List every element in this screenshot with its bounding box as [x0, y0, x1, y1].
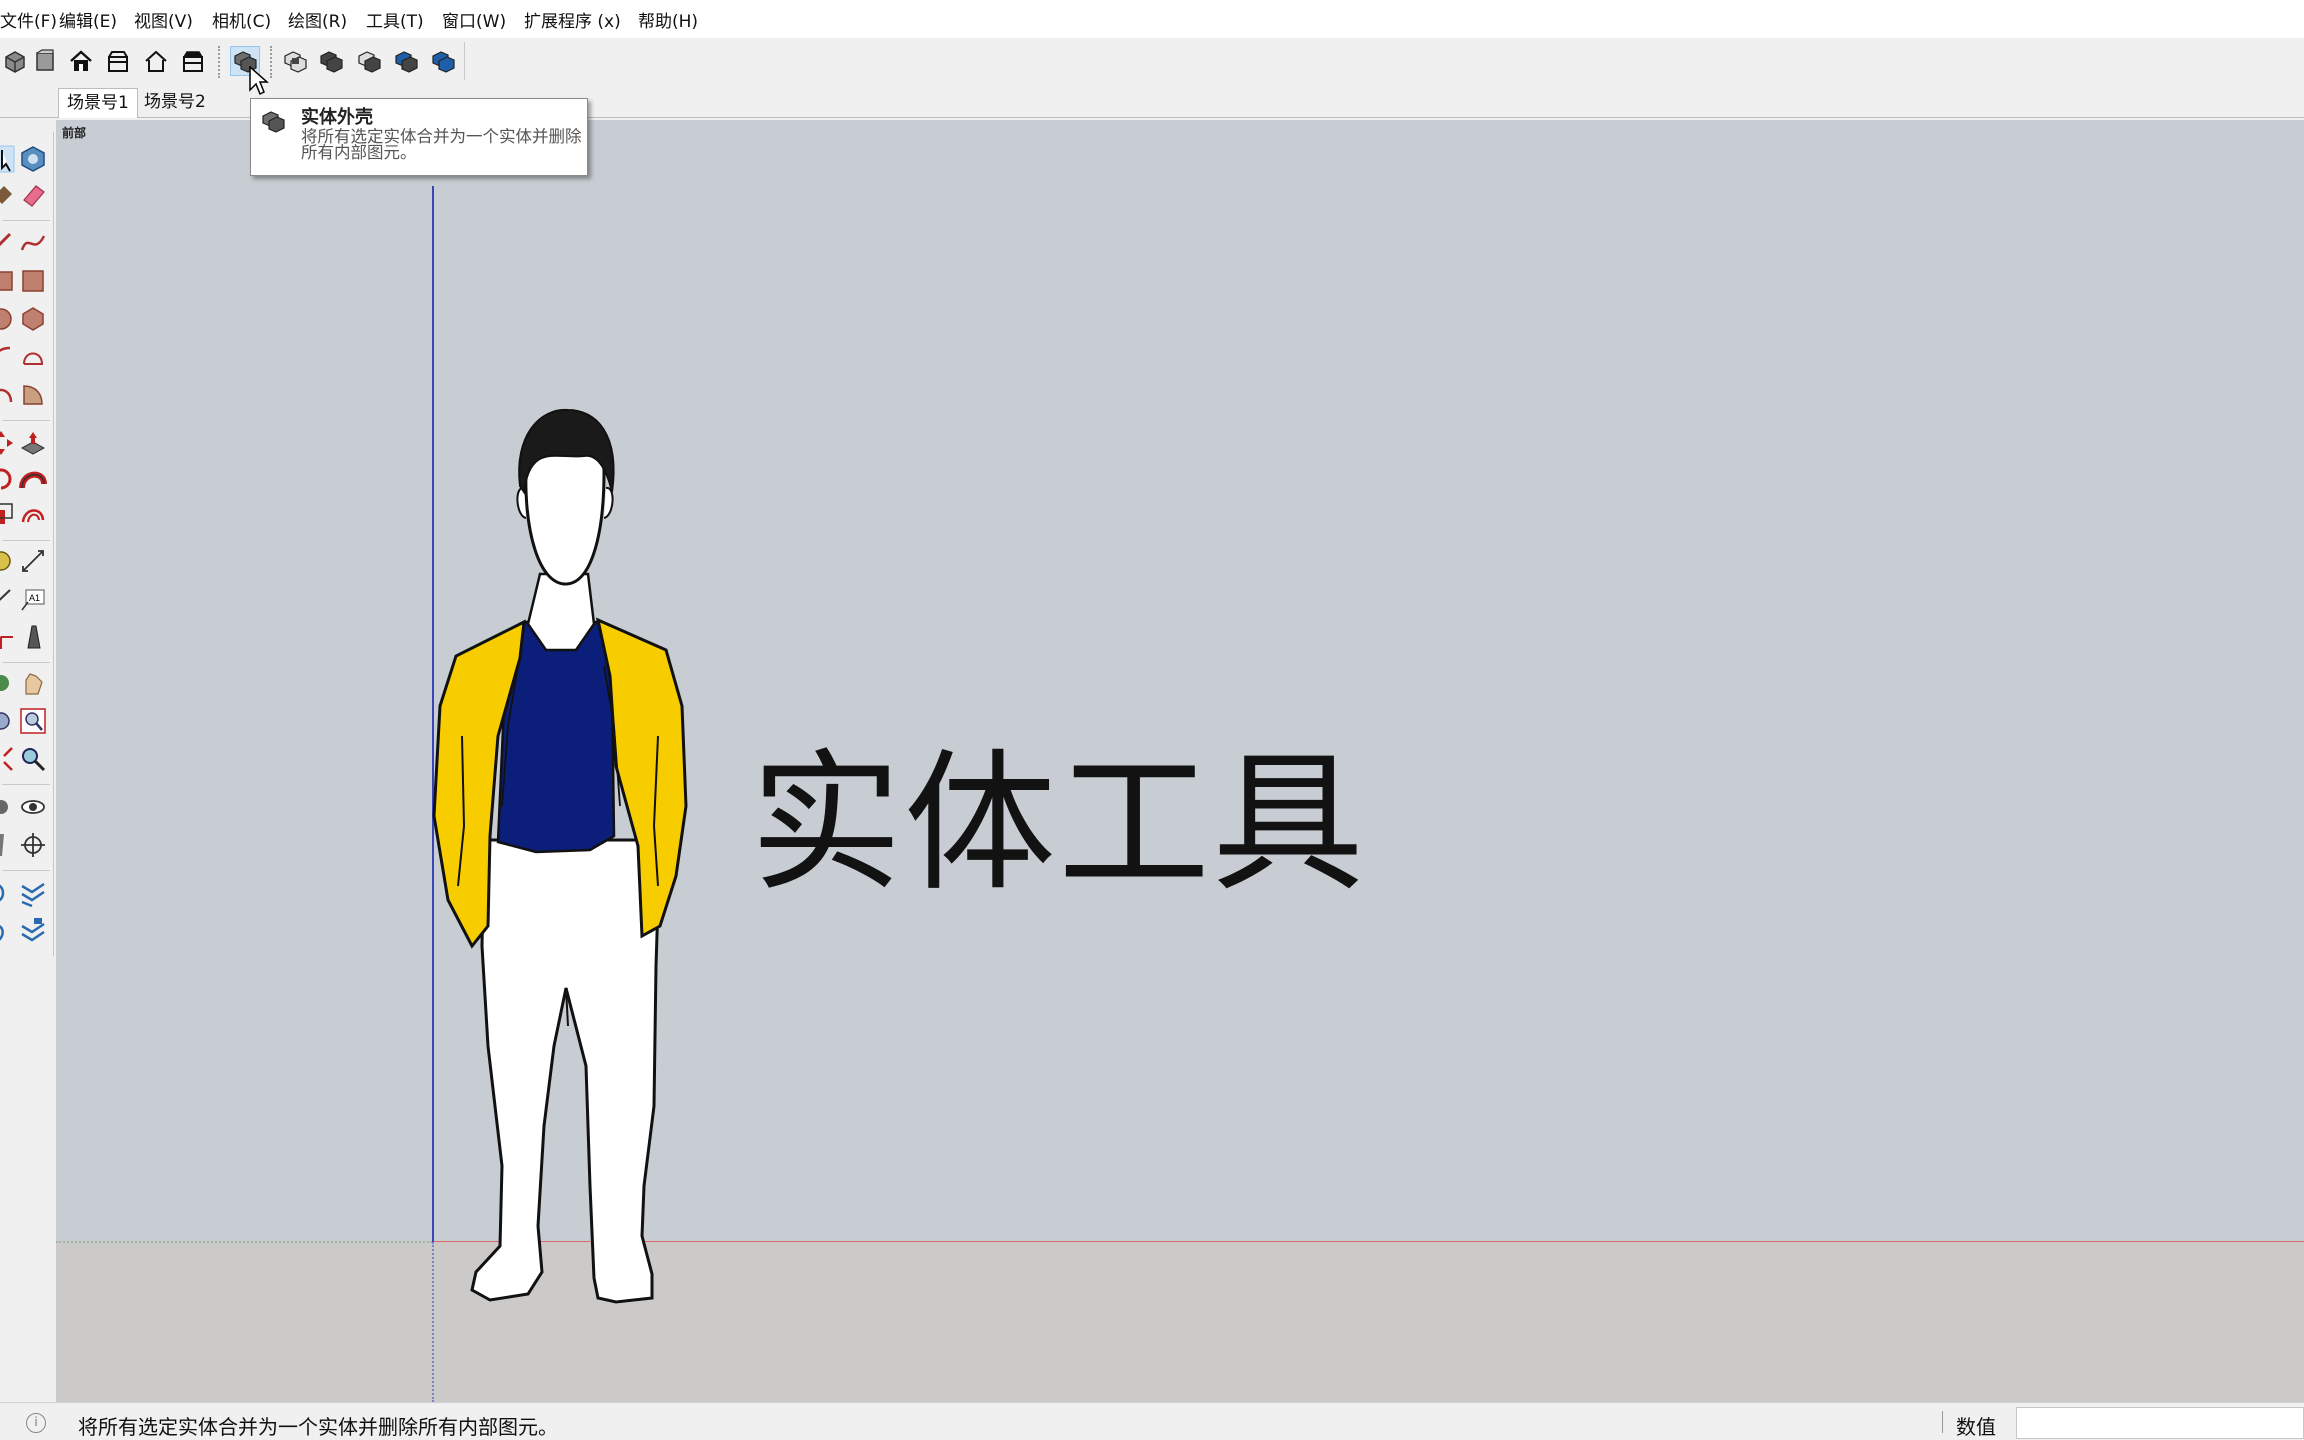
select-icon[interactable]: [0, 144, 16, 174]
green-axis: [56, 1241, 432, 1243]
sandbox-contours-icon[interactable]: [0, 878, 16, 908]
menu-bar: 文件(F) 编辑(E) 视图(V) 相机(C) 绘图(R) 工具(T) 窗口(W…: [0, 0, 2304, 38]
intersect-icon[interactable]: [280, 46, 310, 76]
two-point-arc-icon[interactable]: [18, 342, 48, 372]
trim-icon[interactable]: [391, 46, 421, 76]
stamp-icon[interactable]: [18, 916, 48, 946]
zoom-extents-icon[interactable]: [0, 744, 16, 774]
back-view-icon[interactable]: [141, 46, 171, 76]
union-icon[interactable]: [316, 46, 346, 76]
line-icon[interactable]: [0, 228, 16, 258]
pie-icon[interactable]: [18, 380, 48, 410]
toolbar-divider: [2, 220, 50, 221]
protractor-icon[interactable]: [0, 584, 16, 614]
offset-icon[interactable]: [18, 500, 48, 530]
person-figure: [432, 408, 688, 1304]
toolbar-separator: [464, 42, 465, 80]
top-view-icon[interactable]: [30, 46, 60, 76]
scale-icon[interactable]: [0, 500, 16, 530]
section-plane-icon[interactable]: [18, 830, 48, 860]
toolbar-grip[interactable]: [218, 46, 222, 78]
dimension-icon[interactable]: [18, 546, 48, 576]
menu-camera[interactable]: 相机(C): [212, 12, 271, 32]
tape-measure-icon[interactable]: [0, 546, 16, 576]
menu-draw[interactable]: 绘图(R): [288, 12, 347, 32]
follow-me-icon[interactable]: [18, 464, 48, 494]
toolbar-divider: [2, 662, 50, 663]
toolbar: [0, 38, 2304, 86]
camera-view-label: 前部: [62, 126, 87, 140]
freehand-icon[interactable]: [18, 228, 48, 258]
toolbar-divider: [2, 870, 50, 871]
tooltip-title: 实体外壳: [301, 107, 373, 128]
measurements-label: 数值: [1956, 1415, 1996, 1439]
iso-view-icon[interactable]: [0, 46, 30, 76]
position-camera-icon[interactable]: [0, 792, 16, 822]
right-view-icon[interactable]: [103, 46, 133, 76]
zoom-magnifier-icon[interactable]: [18, 744, 48, 774]
make-component-icon[interactable]: [18, 144, 48, 174]
outer-shell-icon: [262, 111, 285, 133]
sandbox-scratch-icon[interactable]: [18, 878, 48, 908]
smoove-icon[interactable]: [0, 916, 16, 946]
menu-extensions[interactable]: 扩展程序 (x): [524, 12, 621, 32]
three-point-arc-icon[interactable]: [0, 380, 16, 410]
axes-icon[interactable]: [0, 622, 16, 652]
large-tool-set: A1: [0, 132, 54, 956]
mouse-pointer-icon: [249, 66, 269, 96]
measurements-input[interactable]: [2016, 1407, 2304, 1439]
walk-icon[interactable]: [0, 830, 16, 860]
menu-tools[interactable]: 工具(T): [366, 12, 424, 32]
rotated-rectangle-icon[interactable]: [18, 266, 48, 296]
info-icon[interactable]: i: [26, 1413, 46, 1433]
toolbar-divider: [2, 420, 50, 421]
tooltip: 实体外壳 将所有选定实体合并为一个实体并删除所有内部图元。: [250, 98, 588, 176]
pan-icon[interactable]: [18, 668, 48, 698]
zoom-window-icon[interactable]: [18, 706, 48, 736]
menu-edit[interactable]: 编辑(E): [59, 12, 117, 32]
status-message: 将所有选定实体合并为一个实体并删除所有内部图元。: [78, 1415, 558, 1439]
3d-text-icon[interactable]: [18, 622, 48, 652]
zoom-icon[interactable]: [0, 706, 16, 736]
menu-help[interactable]: 帮助(H): [638, 12, 698, 32]
split-icon[interactable]: [428, 46, 458, 76]
menu-view[interactable]: 视图(V): [134, 12, 193, 32]
tab-scene-2[interactable]: 场景号2: [136, 88, 214, 118]
svg-text:A1: A1: [29, 593, 40, 603]
menu-file[interactable]: 文件(F): [0, 12, 57, 32]
front-view-icon[interactable]: [66, 46, 96, 76]
text-tool-icon[interactable]: A1: [18, 584, 48, 614]
circle-icon[interactable]: [0, 304, 16, 334]
tab-scene-1[interactable]: 场景号1: [58, 88, 138, 118]
toolbar-divider: [2, 540, 50, 541]
subtract-icon[interactable]: [354, 46, 384, 76]
rotate-icon[interactable]: [0, 464, 16, 494]
status-divider: [1942, 1411, 1943, 1433]
rectangle-icon[interactable]: [0, 266, 16, 296]
title-3d-text[interactable]: 实体工具: [750, 744, 1366, 904]
arc-icon[interactable]: [0, 342, 16, 372]
move-icon[interactable]: [0, 428, 16, 458]
status-bar: i 将所有选定实体合并为一个实体并删除所有内部图元。 数值: [0, 1402, 2304, 1440]
paint-bucket-icon[interactable]: [0, 180, 16, 210]
tooltip-description: 将所有选定实体合并为一个实体并删除所有内部图元。: [301, 127, 582, 162]
menu-window[interactable]: 窗口(W): [442, 12, 506, 32]
eraser-icon[interactable]: [18, 180, 48, 210]
polygon-icon[interactable]: [18, 304, 48, 334]
ground-plane: [56, 1242, 2304, 1402]
toolbar-divider: [2, 784, 50, 785]
drawing-viewport[interactable]: 前部 实体工具: [56, 120, 2304, 1402]
toolbar-grip-2[interactable]: [270, 46, 274, 78]
orbit-icon[interactable]: [0, 668, 16, 698]
push-pull-icon[interactable]: [18, 428, 48, 458]
left-view-icon[interactable]: [178, 46, 208, 76]
look-around-icon[interactable]: [18, 792, 48, 822]
